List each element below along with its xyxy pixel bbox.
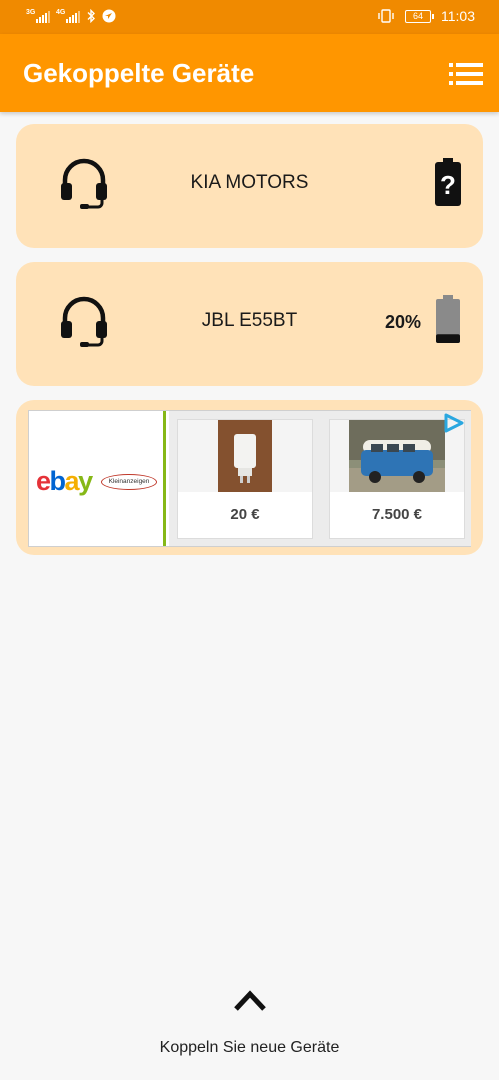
clock: 11:03 [441, 8, 475, 24]
battery-unknown-icon: ? [435, 158, 461, 206]
ad-banner[interactable]: ebay Kleinanzeigen 20 € 7.500 € [16, 400, 483, 555]
signal-icon: 4G [56, 9, 80, 23]
chevron-up-icon[interactable] [233, 985, 267, 1013]
device-card[interactable]: KIA MOTORS ? [16, 124, 483, 248]
battery-percentage: 20% [384, 312, 421, 332]
page-title: Gekoppelte Geräte [23, 58, 255, 88]
ebay-logo[interactable]: ebay Kleinanzeigen [29, 411, 166, 546]
ad-product-price: 20 € [178, 492, 312, 538]
ad-product-card[interactable]: 7.500 € [329, 419, 465, 539]
ad-products: 20 € 7.500 € [169, 411, 471, 546]
device-name: JBL E55BT [201, 310, 298, 331]
app-bar: Gekoppelte Geräte [0, 34, 499, 112]
list-menu-icon[interactable] [449, 63, 483, 85]
battery-low-icon [436, 295, 460, 343]
bluetooth-icon [87, 9, 95, 23]
navigation-icon [102, 9, 116, 23]
battery-icon: 64 [405, 9, 434, 23]
status-bar: 3G 4G 64 11:03 [0, 0, 499, 34]
vibrate-icon [378, 9, 394, 23]
kleinanzeigen-badge: Kleinanzeigen [101, 474, 157, 490]
adchoices-icon[interactable] [442, 413, 466, 433]
ad-content[interactable]: ebay Kleinanzeigen 20 € 7.500 € [28, 410, 471, 547]
headset-icon [61, 296, 107, 347]
ad-product-card[interactable]: 20 € [177, 419, 313, 539]
ad-product-price: 7.500 € [330, 492, 464, 538]
pair-new-devices-label[interactable]: Koppeln Sie neue Geräte [0, 1039, 499, 1057]
usb-charger-photo [218, 420, 272, 492]
signal-icon: 3G [26, 9, 50, 23]
headset-icon [61, 158, 107, 209]
svg-text:?: ? [440, 170, 456, 200]
vw-bus-photo [349, 420, 445, 492]
pair-new-devices[interactable]: Koppeln Sie neue Geräte [0, 985, 499, 1065]
device-name: KIA MOTORS [190, 172, 309, 193]
device-card[interactable]: JBL E55BT 20% [16, 262, 483, 386]
